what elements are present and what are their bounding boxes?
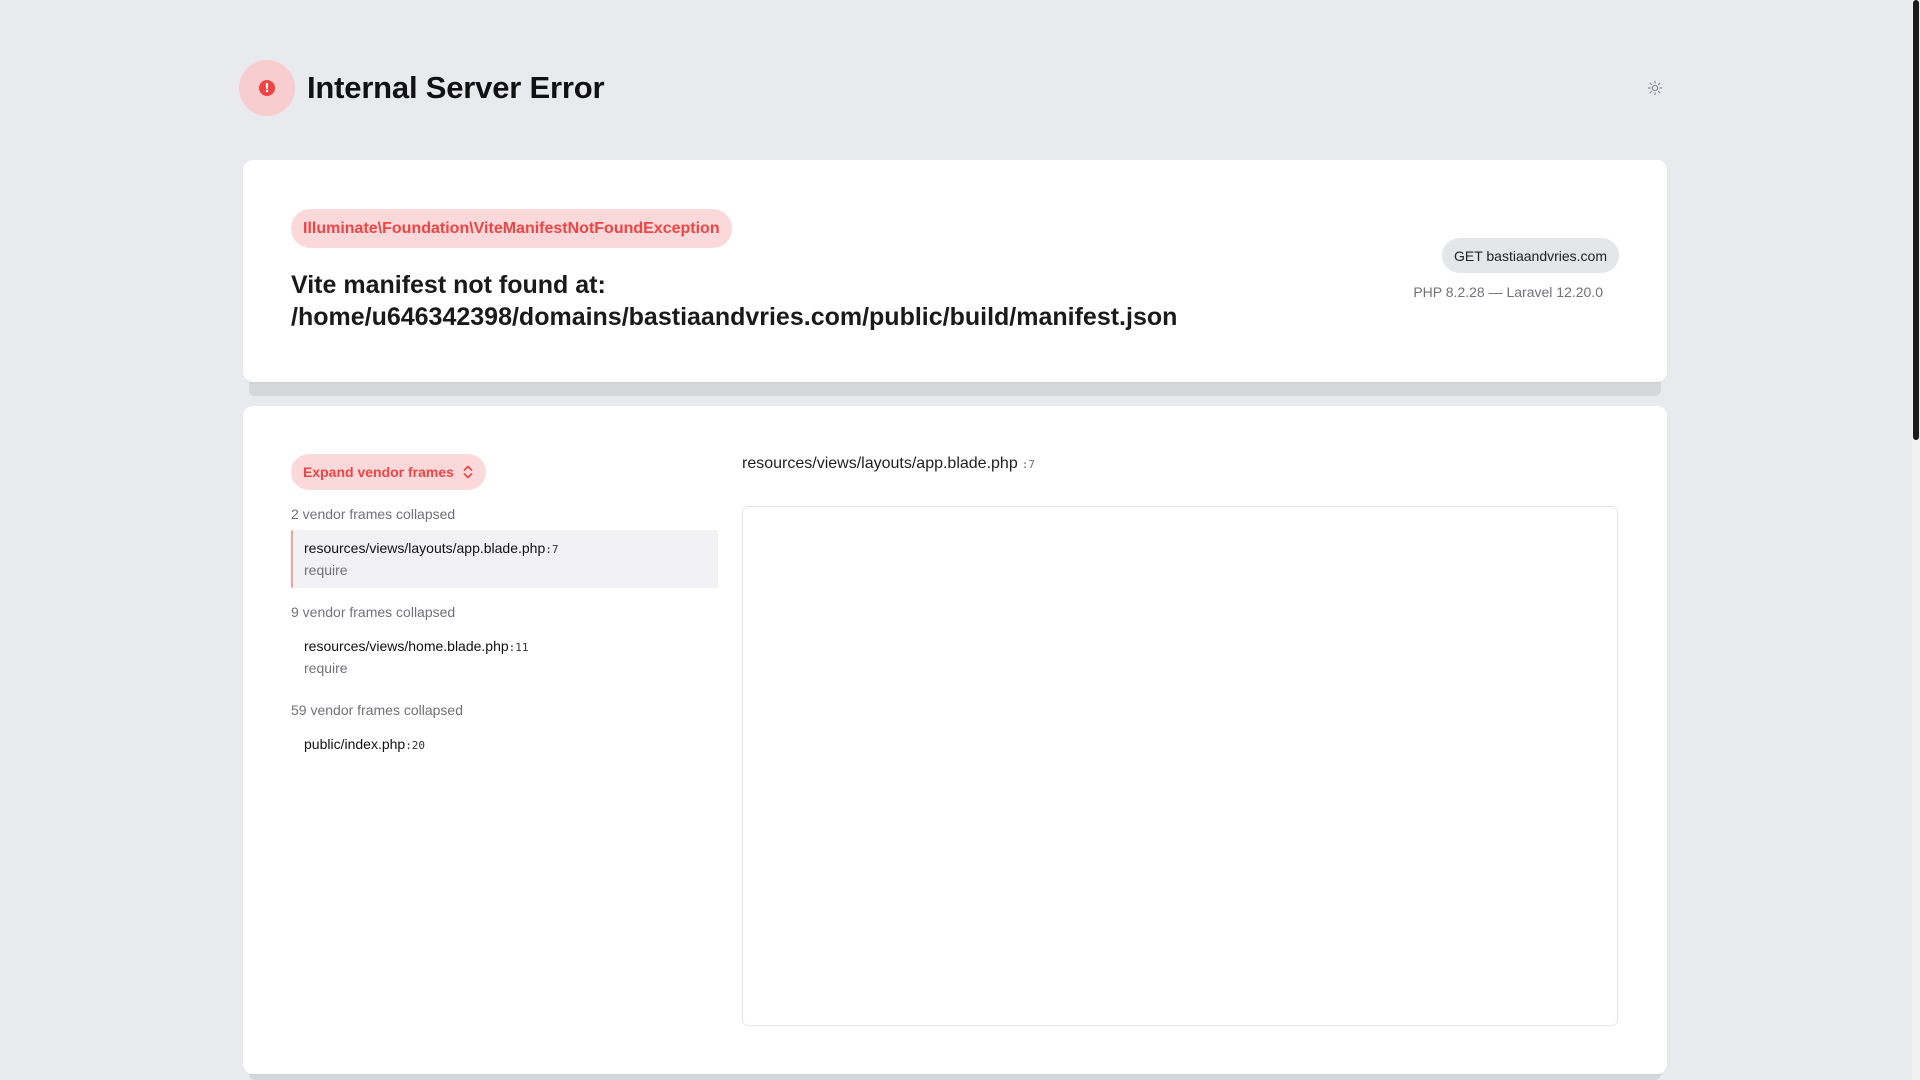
- request-badge: GET bastiaandvries.com: [1441, 238, 1619, 273]
- card-stack-edge: [249, 382, 1661, 396]
- frame-file: resources/views/home.blade.php: [304, 638, 509, 654]
- exception-class-badge[interactable]: Illuminate\Foundation\ViteManifestNotFou…: [291, 209, 732, 248]
- frame-file: resources/views/layouts/app.blade.php: [304, 540, 546, 556]
- frame-line: :7: [545, 543, 559, 556]
- exception-message: Vite manifest not found at: /home/u64634…: [291, 269, 1291, 333]
- frame-line: :11: [508, 641, 529, 654]
- stack-trace-card: Expand vendor frames 2 vendor frames col…: [243, 406, 1667, 1074]
- error-badge: !: [239, 60, 295, 116]
- chevron-up-down-icon: [463, 465, 473, 479]
- exception-card: Illuminate\Foundation\ViteManifestNotFou…: [243, 160, 1667, 382]
- exclamation-circle-icon: !: [259, 80, 275, 96]
- error-page: ! Internal Server Error Illuminate\Found…: [0, 0, 1910, 1080]
- frame-file: public/index.php: [304, 736, 406, 752]
- exception-message-line: Vite manifest not found at:: [291, 271, 606, 299]
- theme-toggle-button[interactable]: [1645, 78, 1665, 98]
- exception-message-path: /home/u646342398/domains/bastiaandvries.…: [291, 303, 1178, 331]
- sun-icon: [1647, 80, 1663, 96]
- page-title: Internal Server Error: [307, 70, 605, 105]
- code-snippet-panel: [742, 506, 1618, 1026]
- frame-location: public/index.php:20: [304, 734, 708, 756]
- frame-function: require: [304, 660, 348, 676]
- page-header: ! Internal Server Error: [239, 60, 1665, 116]
- frame-location: resources/views/home.blade.php:11: [304, 636, 708, 658]
- stack-frame[interactable]: public/index.php:20: [291, 726, 718, 764]
- page-scrollbar[interactable]: [1912, 0, 1920, 1080]
- code-line: :7: [1021, 458, 1035, 471]
- expand-button-label: Expand vendor frames: [303, 464, 454, 480]
- frame-location: resources/views/layouts/app.blade.php:7: [304, 538, 708, 560]
- stack-frames-list: 2 vendor frames collapsed resources/view…: [291, 504, 718, 778]
- vendor-frames-collapsed[interactable]: 9 vendor frames collapsed: [291, 602, 718, 622]
- frame-function: require: [304, 562, 348, 578]
- code-snippet-title: resources/views/layouts/app.blade.php:7: [742, 455, 1035, 473]
- vendor-frames-collapsed[interactable]: 59 vendor frames collapsed: [291, 700, 718, 720]
- version-info: PHP 8.2.28 — Laravel 12.20.0: [1413, 284, 1603, 300]
- stack-frame[interactable]: resources/views/home.blade.php:11 requir…: [291, 628, 718, 686]
- frame-line: :20: [405, 739, 426, 752]
- expand-vendor-frames-button[interactable]: Expand vendor frames: [291, 454, 486, 490]
- card-stack-edge: [249, 1074, 1661, 1080]
- code-file: resources/views/layouts/app.blade.php: [742, 455, 1018, 472]
- vendor-frames-collapsed[interactable]: 2 vendor frames collapsed: [291, 504, 718, 524]
- stack-frame[interactable]: resources/views/layouts/app.blade.php:7 …: [291, 530, 718, 588]
- scrollbar-thumb[interactable]: [1913, 0, 1919, 440]
